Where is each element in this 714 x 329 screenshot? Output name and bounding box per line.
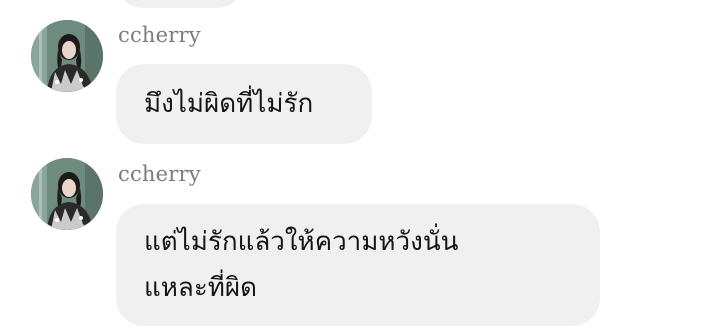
avatar[interactable] xyxy=(31,158,103,230)
message-text: มึงไม่ผิดที่ไม่รัก xyxy=(144,89,314,119)
avatar[interactable] xyxy=(31,20,103,92)
message-text-line: แต่ไม่รักแล้วให้ความหวังนั่น xyxy=(144,227,459,257)
sender-name: ccherry xyxy=(118,23,201,47)
message-bubble[interactable]: แต่ไม่รักแล้วให้ความหวังนั่น แหละที่ผิด xyxy=(116,204,600,326)
sender-name: ccherry xyxy=(118,162,201,186)
previous-message-bubble xyxy=(118,0,242,8)
message-text-line: แหละที่ผิด xyxy=(144,273,258,303)
message-bubble[interactable]: มึงไม่ผิดที่ไม่รัก xyxy=(116,64,372,144)
